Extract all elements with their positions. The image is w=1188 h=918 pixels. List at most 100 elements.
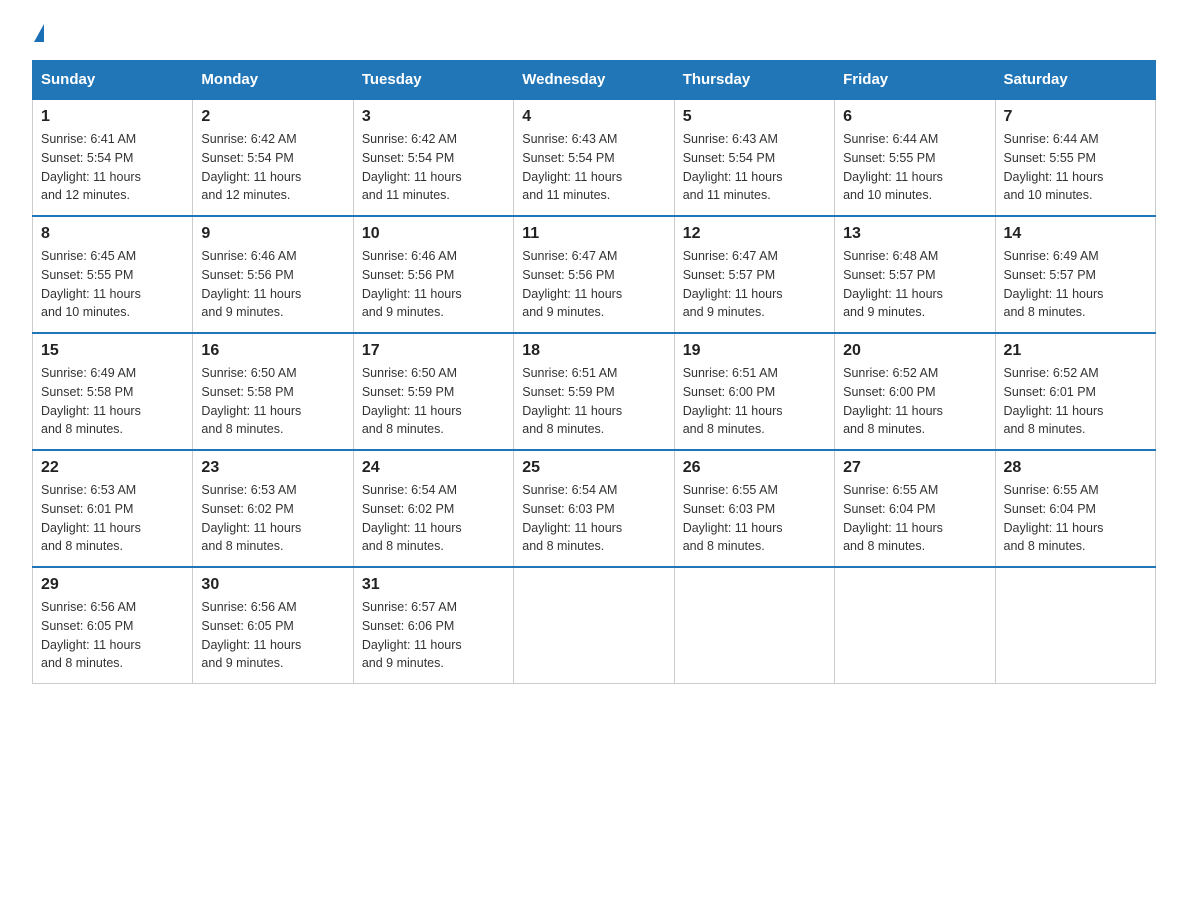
calendar-cell: 20 Sunrise: 6:52 AMSunset: 6:00 PMDayligh… — [835, 333, 995, 450]
day-number: 20 — [843, 342, 986, 360]
week-row-3: 15 Sunrise: 6:49 AMSunset: 5:58 PMDayligh… — [33, 333, 1156, 450]
calendar-cell: 6Sunrise: 6:44 AMSunset: 5:55 PMDaylight… — [835, 99, 995, 216]
calendar-cell: 2 Sunrise: 6:42 AMSunset: 5:54 PMDaylight… — [193, 99, 353, 216]
weekday-header-monday: Monday — [193, 61, 353, 100]
day-info: Sunrise: 6:46 AMSunset: 5:56 PMDaylight:… — [201, 247, 344, 322]
day-number: 14 — [1004, 225, 1147, 243]
day-info: Sunrise: 6:46 AMSunset: 5:56 PMDaylight:… — [362, 247, 505, 322]
day-number: 4 — [522, 108, 665, 126]
calendar-cell: 8 Sunrise: 6:45 AMSunset: 5:55 PMDaylight… — [33, 216, 193, 333]
calendar-cell: 28 Sunrise: 6:55 AMSunset: 6:04 PMDayligh… — [995, 450, 1155, 567]
day-info: Sunrise: 6:48 AMSunset: 5:57 PMDaylight:… — [843, 247, 986, 322]
calendar-cell: 11 Sunrise: 6:47 AMSunset: 5:56 PMDayligh… — [514, 216, 674, 333]
day-info: Sunrise: 6:54 AMSunset: 6:03 PMDaylight:… — [522, 481, 665, 556]
logo-text — [32, 24, 44, 42]
day-info: Sunrise: 6:49 AMSunset: 5:58 PMDaylight:… — [41, 364, 184, 439]
calendar-cell: 31Sunrise: 6:57 AMSunset: 6:06 PMDayligh… — [353, 567, 513, 684]
day-number: 17 — [362, 342, 505, 360]
day-info: Sunrise: 6:49 AMSunset: 5:57 PMDaylight:… — [1004, 247, 1147, 322]
day-info: Sunrise: 6:42 AMSunset: 5:54 PMDaylight:… — [201, 130, 344, 205]
day-number: 21 — [1004, 342, 1147, 360]
weekday-header-tuesday: Tuesday — [353, 61, 513, 100]
week-row-1: 1 Sunrise: 6:41 AMSunset: 5:54 PMDaylight… — [33, 99, 1156, 216]
calendar-cell: 29Sunrise: 6:56 AMSunset: 6:05 PMDayligh… — [33, 567, 193, 684]
day-info: Sunrise: 6:47 AMSunset: 5:56 PMDaylight:… — [522, 247, 665, 322]
day-number: 9 — [201, 225, 344, 243]
day-number: 11 — [522, 225, 665, 243]
day-number: 19 — [683, 342, 826, 360]
day-number: 23 — [201, 459, 344, 477]
day-number: 3 — [362, 108, 505, 126]
day-info: Sunrise: 6:41 AMSunset: 5:54 PMDaylight:… — [41, 130, 184, 205]
weekday-header-friday: Friday — [835, 61, 995, 100]
weekday-header-saturday: Saturday — [995, 61, 1155, 100]
day-info: Sunrise: 6:45 AMSunset: 5:55 PMDaylight:… — [41, 247, 184, 322]
calendar-cell — [674, 567, 834, 684]
day-number: 1 — [41, 108, 184, 126]
calendar-cell: 3 Sunrise: 6:42 AMSunset: 5:54 PMDaylight… — [353, 99, 513, 216]
calendar-header-row: SundayMondayTuesdayWednesdayThursdayFrid… — [33, 61, 1156, 100]
day-info: Sunrise: 6:52 AMSunset: 6:00 PMDaylight:… — [843, 364, 986, 439]
calendar-cell: 9 Sunrise: 6:46 AMSunset: 5:56 PMDaylight… — [193, 216, 353, 333]
calendar-table: SundayMondayTuesdayWednesdayThursdayFrid… — [32, 60, 1156, 684]
calendar-cell: 12 Sunrise: 6:47 AMSunset: 5:57 PMDayligh… — [674, 216, 834, 333]
calendar-cell: 25 Sunrise: 6:54 AMSunset: 6:03 PMDayligh… — [514, 450, 674, 567]
day-number: 15 — [41, 342, 184, 360]
calendar-cell: 14 Sunrise: 6:49 AMSunset: 5:57 PMDayligh… — [995, 216, 1155, 333]
calendar-cell: 27Sunrise: 6:55 AMSunset: 6:04 PMDayligh… — [835, 450, 995, 567]
day-info: Sunrise: 6:47 AMSunset: 5:57 PMDaylight:… — [683, 247, 826, 322]
calendar-cell: 5 Sunrise: 6:43 AMSunset: 5:54 PMDaylight… — [674, 99, 834, 216]
day-info: Sunrise: 6:55 AMSunset: 6:04 PMDaylight:… — [1004, 481, 1147, 556]
day-info: Sunrise: 6:53 AMSunset: 6:01 PMDaylight:… — [41, 481, 184, 556]
calendar-cell: 16 Sunrise: 6:50 AMSunset: 5:58 PMDayligh… — [193, 333, 353, 450]
day-number: 30 — [201, 576, 344, 594]
day-info: Sunrise: 6:53 AMSunset: 6:02 PMDaylight:… — [201, 481, 344, 556]
day-number: 24 — [362, 459, 505, 477]
day-info: Sunrise: 6:43 AMSunset: 5:54 PMDaylight:… — [522, 130, 665, 205]
day-info: Sunrise: 6:50 AMSunset: 5:59 PMDaylight:… — [362, 364, 505, 439]
day-info: Sunrise: 6:55 AMSunset: 6:04 PMDaylight:… — [843, 481, 986, 556]
page-header — [32, 24, 1156, 40]
calendar-cell — [995, 567, 1155, 684]
day-number: 18 — [522, 342, 665, 360]
calendar-cell: 22 Sunrise: 6:53 AMSunset: 6:01 PMDayligh… — [33, 450, 193, 567]
day-number: 22 — [41, 459, 184, 477]
day-number: 13 — [843, 225, 986, 243]
week-row-4: 22 Sunrise: 6:53 AMSunset: 6:01 PMDayligh… — [33, 450, 1156, 567]
day-info: Sunrise: 6:51 AMSunset: 5:59 PMDaylight:… — [522, 364, 665, 439]
day-info: Sunrise: 6:51 AMSunset: 6:00 PMDaylight:… — [683, 364, 826, 439]
calendar-cell: 23 Sunrise: 6:53 AMSunset: 6:02 PMDayligh… — [193, 450, 353, 567]
day-number: 26 — [683, 459, 826, 477]
calendar-cell: 13 Sunrise: 6:48 AMSunset: 5:57 PMDayligh… — [835, 216, 995, 333]
day-number: 7 — [1004, 108, 1147, 126]
day-info: Sunrise: 6:43 AMSunset: 5:54 PMDaylight:… — [683, 130, 826, 205]
calendar-cell — [835, 567, 995, 684]
day-number: 10 — [362, 225, 505, 243]
day-number: 2 — [201, 108, 344, 126]
day-number: 12 — [683, 225, 826, 243]
day-info: Sunrise: 6:42 AMSunset: 5:54 PMDaylight:… — [362, 130, 505, 205]
day-number: 8 — [41, 225, 184, 243]
day-number: 5 — [683, 108, 826, 126]
calendar-cell: 24 Sunrise: 6:54 AMSunset: 6:02 PMDayligh… — [353, 450, 513, 567]
calendar-cell: 17 Sunrise: 6:50 AMSunset: 5:59 PMDayligh… — [353, 333, 513, 450]
day-number: 6 — [843, 108, 986, 126]
calendar-cell: 21 Sunrise: 6:52 AMSunset: 6:01 PMDayligh… — [995, 333, 1155, 450]
day-info: Sunrise: 6:56 AMSunset: 6:05 PMDaylight:… — [201, 598, 344, 673]
day-number: 25 — [522, 459, 665, 477]
day-number: 28 — [1004, 459, 1147, 477]
calendar-cell: 19 Sunrise: 6:51 AMSunset: 6:00 PMDayligh… — [674, 333, 834, 450]
calendar-cell — [514, 567, 674, 684]
day-number: 16 — [201, 342, 344, 360]
day-info: Sunrise: 6:54 AMSunset: 6:02 PMDaylight:… — [362, 481, 505, 556]
calendar-cell: 18 Sunrise: 6:51 AMSunset: 5:59 PMDayligh… — [514, 333, 674, 450]
week-row-2: 8 Sunrise: 6:45 AMSunset: 5:55 PMDaylight… — [33, 216, 1156, 333]
day-number: 29 — [41, 576, 184, 594]
day-info: Sunrise: 6:57 AMSunset: 6:06 PMDaylight:… — [362, 598, 505, 673]
day-info: Sunrise: 6:50 AMSunset: 5:58 PMDaylight:… — [201, 364, 344, 439]
logo — [32, 24, 44, 40]
calendar-cell: 15 Sunrise: 6:49 AMSunset: 5:58 PMDayligh… — [33, 333, 193, 450]
day-info: Sunrise: 6:44 AMSunset: 5:55 PMDaylight:… — [1004, 130, 1147, 205]
calendar-cell: 30 Sunrise: 6:56 AMSunset: 6:05 PMDayligh… — [193, 567, 353, 684]
day-info: Sunrise: 6:52 AMSunset: 6:01 PMDaylight:… — [1004, 364, 1147, 439]
